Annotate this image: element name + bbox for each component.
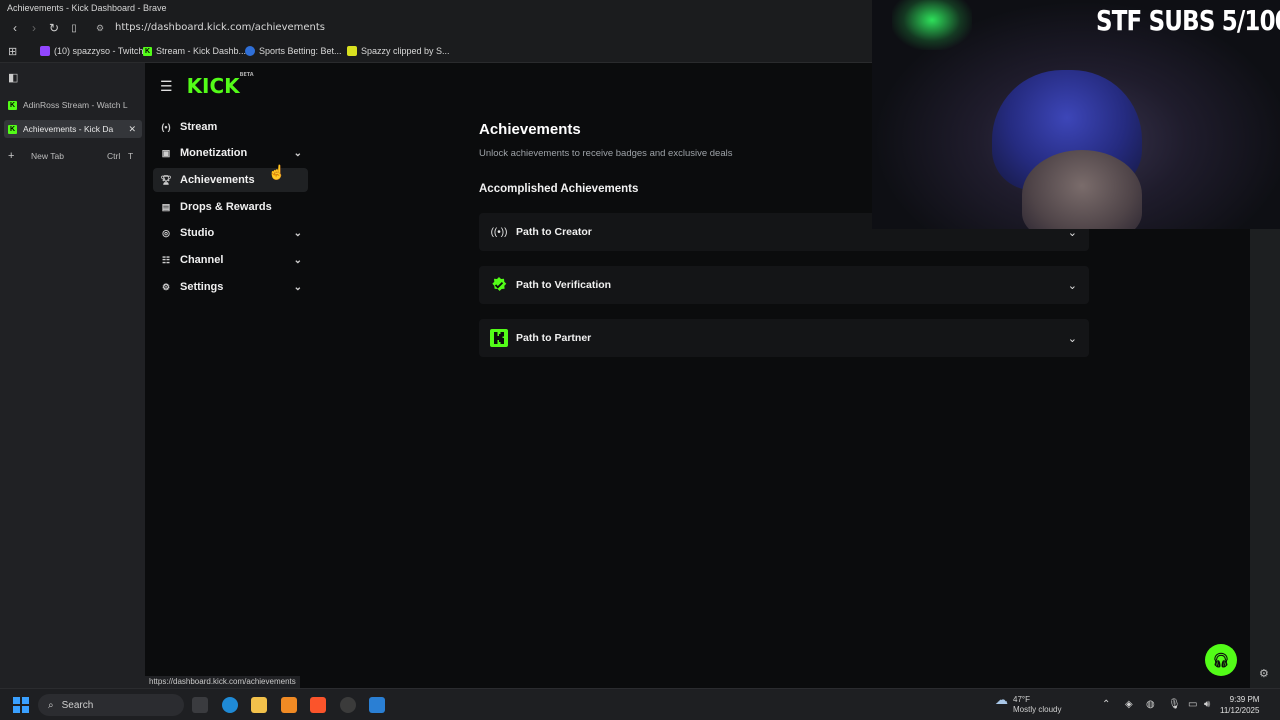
search-icon: ⌕: [48, 699, 54, 711]
chevron-down-icon: ⌄: [293, 254, 302, 266]
trophy-icon: 🏆︎: [160, 174, 172, 185]
close-tab-icon[interactable]: ✕: [128, 124, 136, 135]
page-title: Achievements: [479, 121, 581, 138]
sidebar-item-settings[interactable]: ⚙ Settings ⌄: [153, 275, 308, 299]
menu-icon[interactable]: ☰: [160, 78, 173, 95]
shield-icon[interactable]: ◈: [1125, 699, 1133, 710]
kick-favicon-icon: K: [143, 46, 152, 56]
sidebar-item-stream[interactable]: (•) Stream: [153, 115, 308, 139]
stream-overlay-text: STF SUBS 5/100: [1096, 4, 1280, 37]
sidebar-item-monetization[interactable]: ▣ Monetization ⌄: [153, 141, 308, 165]
sidebar-item-drops-rewards[interactable]: ▤ Drops & Rewards: [153, 195, 308, 219]
microphone-icon[interactable]: 🎙︎: [1168, 699, 1181, 710]
chevron-down-icon[interactable]: ⌄: [1068, 332, 1077, 345]
green-light: [892, 0, 972, 50]
gear-icon: ⚙: [161, 281, 171, 292]
taskbar: ⌕ Search ☁ 47°F Mostly cloudy ⌃ ◈ ◍ 🎙︎ ▭ …: [0, 688, 1280, 720]
chevron-down-icon: ⌄: [293, 281, 302, 293]
chevron-up-icon[interactable]: ⌃: [1102, 699, 1110, 710]
chevron-down-icon: ⌄: [293, 147, 302, 159]
section-title: Accomplished Achievements: [479, 183, 639, 195]
twitch-icon: [40, 46, 50, 56]
kick-favicon-icon: K: [8, 124, 17, 134]
wallet-icon: ▣: [161, 147, 171, 158]
network-icon[interactable]: ◍: [1146, 699, 1155, 710]
achievement-path-to-verification[interactable]: Path to Verification ⌄: [479, 266, 1089, 304]
reload-icon[interactable]: ↻: [44, 18, 64, 38]
url-bar[interactable]: https://dashboard.kick.com/achievements: [115, 22, 325, 33]
volume-icon[interactable]: 🔊︎: [1204, 699, 1210, 710]
task-view-icon[interactable]: [192, 697, 208, 713]
clock[interactable]: 9:39 PM 11/12/2025: [1220, 694, 1259, 716]
user-group-icon: ☷: [161, 254, 171, 265]
chevron-down-icon[interactable]: ⌄: [1068, 279, 1077, 292]
site-settings-icon[interactable]: ⚙: [96, 23, 106, 33]
gear-icon[interactable]: ⚙: [1259, 667, 1269, 680]
bookmark-icon[interactable]: ▯: [64, 18, 84, 38]
headset-icon: 🎧︎: [1212, 651, 1230, 668]
vertical-tab-strip: ◧ K AdinRoss Stream - Watch L K Achievem…: [0, 63, 145, 688]
chevron-down-icon: ⌄: [293, 227, 302, 239]
sidebar-item-studio[interactable]: ◎ Studio ⌄: [153, 221, 308, 245]
display-icon[interactable]: ▭: [1188, 699, 1197, 710]
broadcast-icon: (•): [161, 122, 171, 132]
studio-icon: ◎: [162, 227, 170, 238]
bookmark-item[interactable]: K Stream - Kick Dashb...: [143, 46, 246, 56]
edge-icon[interactable]: [222, 697, 238, 713]
kick-logo-icon: [490, 329, 508, 347]
obs-icon[interactable]: [340, 697, 356, 713]
achievement-path-to-partner[interactable]: Path to Partner ⌄: [479, 319, 1089, 357]
clip-icon: [347, 46, 357, 56]
windows-start-icon[interactable]: [13, 697, 29, 713]
mouse-cursor-icon: ☝: [268, 164, 286, 180]
sidebar-toggle-icon[interactable]: ◧: [8, 71, 18, 84]
new-tab-button[interactable]: + New Tab Ctrl T: [4, 147, 142, 165]
file-explorer-icon[interactable]: [251, 697, 267, 713]
kick-logo[interactable]: KICK BETA: [187, 72, 254, 98]
tab-adinross[interactable]: K AdinRoss Stream - Watch L: [4, 96, 142, 114]
page-subtitle: Unlock achievements to receive badges an…: [479, 148, 733, 159]
plus-icon: +: [8, 150, 15, 162]
gift-icon: ▤: [161, 201, 171, 212]
back-icon[interactable]: ‹: [5, 18, 25, 38]
dashboard-header: ☰ KICK BETA: [160, 72, 254, 98]
bookmark-item[interactable]: Sports Betting: Bet...: [245, 46, 342, 56]
taskbar-search[interactable]: ⌕ Search: [38, 694, 184, 716]
help-chat-button[interactable]: 🎧︎: [1205, 644, 1237, 676]
store-icon[interactable]: [369, 697, 385, 713]
sidebar-item-channel[interactable]: ☷ Channel ⌄: [153, 248, 308, 272]
status-bar-url: https://dashboard.kick.com/achievements: [145, 676, 300, 688]
app-icon[interactable]: [281, 697, 297, 713]
sports-betting-icon: [245, 46, 255, 56]
kick-favicon-icon: K: [8, 100, 17, 110]
bookmark-item[interactable]: Spazzy clipped by S...: [347, 46, 450, 56]
verified-badge-icon: [490, 276, 508, 294]
brave-icon[interactable]: [310, 697, 326, 713]
apps-grid-icon[interactable]: ⊞: [8, 45, 17, 58]
broadcast-icon: ((•)): [490, 226, 508, 238]
cloud-icon: ☁: [995, 692, 1008, 707]
forward-icon[interactable]: ›: [24, 18, 44, 38]
bookmark-item[interactable]: (10) spazzyso - Twitch: [40, 46, 143, 56]
weather-widget[interactable]: ☁ 47°F Mostly cloudy: [995, 692, 1061, 715]
tab-achievements[interactable]: K Achievements - Kick Da ✕: [4, 120, 142, 138]
